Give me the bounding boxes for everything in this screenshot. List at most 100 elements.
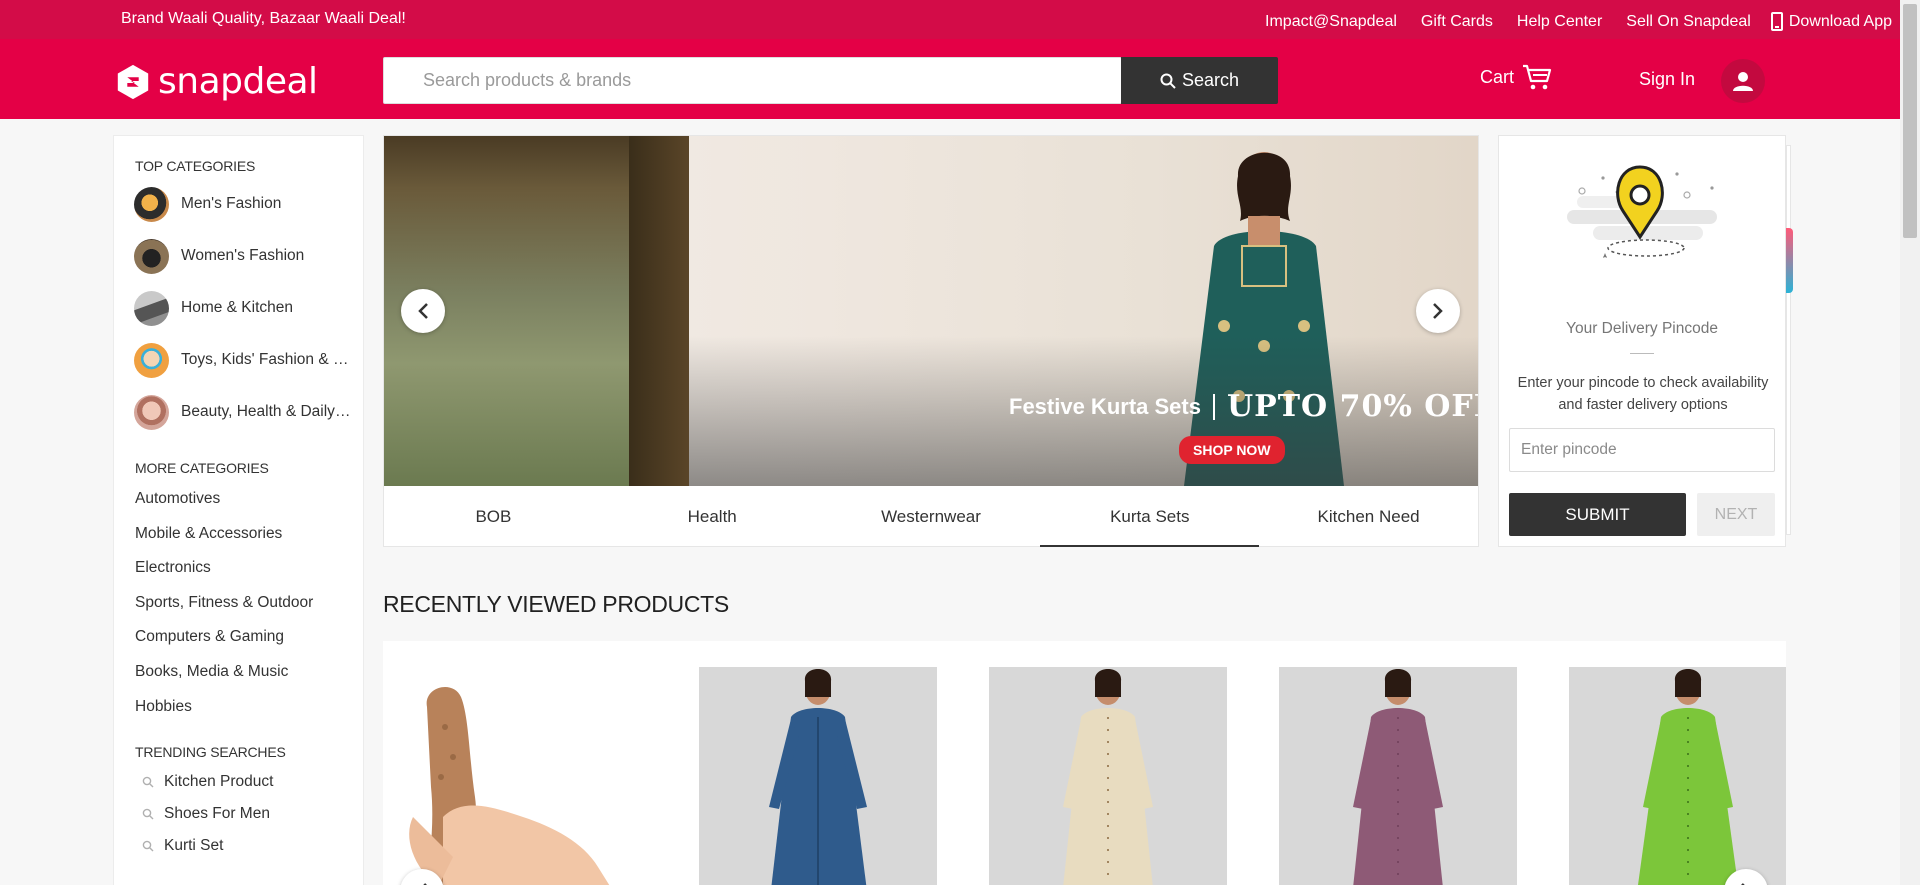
recently-viewed-title: RECENTLY VIEWED PRODUCTS	[383, 591, 729, 617]
tab-health[interactable]: Health	[603, 486, 822, 546]
search-icon	[142, 808, 154, 820]
category-label: Toys, Kids' Fashion & more	[181, 351, 351, 368]
mens-fashion-thumbnail	[134, 186, 169, 222]
page-scrollbar[interactable]	[1900, 0, 1920, 885]
location-pin-icon	[1567, 165, 1717, 258]
snapdeal-logo[interactable]: snapdeal	[114, 61, 318, 102]
tab-westernwear[interactable]: Westernwear	[822, 486, 1041, 546]
phone-icon	[1770, 12, 1783, 31]
category-books-media[interactable]: Books, Media & Music	[135, 655, 363, 690]
recently-viewed-carousel	[383, 641, 1786, 885]
category-home-kitchen[interactable]: Home & Kitchen	[134, 286, 363, 330]
user-avatar-button[interactable]	[1721, 59, 1765, 103]
main-header: snapdeal Search Cart Sign In	[0, 39, 1900, 119]
trending-label: Kitchen Product	[164, 773, 274, 791]
cart-icon	[1523, 64, 1552, 90]
gift-cards-link[interactable]: Gift Cards	[1421, 13, 1493, 31]
next-card-peek-image	[1786, 228, 1793, 293]
user-icon	[1733, 72, 1753, 91]
trending-searches-heading: TRENDING SEARCHES	[135, 744, 286, 761]
trending-search-item[interactable]: Kitchen Product	[142, 766, 363, 798]
pincode-next-button[interactable]: NEXT	[1697, 493, 1775, 536]
cart-label: Cart	[1480, 66, 1515, 87]
product-image	[1638, 669, 1738, 885]
tab-bob[interactable]: BOB	[384, 486, 603, 546]
trending-label: Kurti Set	[164, 837, 224, 855]
product-image	[1063, 669, 1153, 885]
category-label: Home & Kitchen	[181, 299, 293, 316]
banner-image[interactable]: Festive Kurta Sets UPTO 70% OFF SHOP NOW	[384, 136, 1478, 486]
banner-prev-button[interactable]	[401, 289, 445, 333]
chevron-right-icon	[1433, 303, 1443, 319]
womens-fashion-thumbnail	[134, 238, 169, 274]
category-hobbies[interactable]: Hobbies	[135, 690, 363, 725]
search-icon	[1160, 73, 1176, 89]
pincode-description: Enter your pincode to check availability…	[1517, 375, 1769, 413]
cart-button[interactable]: Cart	[1480, 63, 1552, 91]
tab-kitchen-need[interactable]: Kitchen Need	[1259, 486, 1478, 546]
search-icon	[142, 776, 154, 788]
download-app-link[interactable]: Download App	[1770, 12, 1892, 31]
tagline: Brand Waali Quality, Bazaar Waali Deal!	[121, 10, 406, 27]
sign-in-link[interactable]: Sign In	[1639, 69, 1695, 90]
shop-now-button[interactable]: SHOP NOW	[1179, 436, 1285, 464]
product-image	[409, 687, 610, 885]
next-card-peek	[1786, 145, 1791, 535]
banner-tabs: BOB Health Westernwear Kurta Sets Kitche…	[384, 486, 1478, 547]
pincode-field	[1509, 428, 1775, 472]
toys-kids-thumbnail	[134, 342, 169, 378]
product-image	[1353, 669, 1443, 885]
product-card[interactable]	[383, 667, 649, 885]
banner-offer-text: Festive Kurta Sets UPTO 70% OFF	[1009, 389, 1478, 424]
banner-offer: UPTO 70% OFF	[1226, 389, 1478, 424]
category-mobile-accessories[interactable]: Mobile & Accessories	[135, 517, 363, 552]
category-mens-fashion[interactable]: Men's Fashion	[134, 182, 363, 226]
search-input[interactable]	[384, 58, 1121, 103]
more-categories-heading: MORE CATEGORIES	[135, 460, 269, 476]
category-beauty-health[interactable]: Beauty, Health & Daily Needs	[134, 390, 363, 434]
product-card[interactable]	[989, 667, 1227, 885]
beauty-health-thumbnail	[134, 394, 169, 430]
category-electronics[interactable]: Electronics	[135, 551, 363, 586]
search-button[interactable]: Search	[1121, 57, 1278, 104]
chevron-left-icon	[418, 303, 428, 319]
trending-search-item[interactable]: Shoes For Men	[142, 798, 363, 830]
pincode-title: Your Delivery Pincode	[1566, 320, 1718, 337]
divider	[1630, 353, 1654, 354]
sell-on-snapdeal-link[interactable]: Sell On Snapdeal	[1626, 13, 1751, 31]
banner-headline: Festive Kurta Sets	[1009, 393, 1215, 420]
impact-link[interactable]: Impact@Snapdeal	[1265, 13, 1397, 31]
logo-text: snapdeal	[158, 61, 318, 102]
category-toys-kids[interactable]: Toys, Kids' Fashion & more	[134, 338, 363, 382]
trending-label: Shoes For Men	[164, 805, 270, 823]
top-categories-heading: TOP CATEGORIES	[135, 158, 256, 174]
search-button-label: Search	[1181, 70, 1240, 90]
search-box	[383, 57, 1122, 104]
category-label: Men's Fashion	[181, 195, 282, 212]
trending-search-item[interactable]: Kurti Set	[142, 830, 363, 862]
product-card[interactable]	[699, 667, 937, 885]
banner-next-button[interactable]	[1416, 289, 1460, 333]
help-center-link[interactable]: Help Center	[1517, 13, 1602, 31]
pincode-submit-button[interactable]: SUBMIT	[1509, 493, 1686, 536]
search-icon	[142, 840, 154, 852]
product-image	[769, 669, 867, 885]
category-sidebar: TOP CATEGORIES Men's Fashion Women's Fas…	[113, 135, 364, 885]
product-card[interactable]	[1569, 667, 1786, 885]
top-strip: Brand Waali Quality, Bazaar Waali Deal! …	[0, 0, 1900, 39]
product-card[interactable]	[1279, 667, 1517, 885]
scrollbar-thumb[interactable]	[1903, 4, 1917, 238]
pincode-input[interactable]	[1510, 429, 1774, 471]
delivery-pincode-card: Your Delivery Pincode Enter your pincode…	[1498, 135, 1786, 547]
category-sports-fitness[interactable]: Sports, Fitness & Outdoor	[135, 586, 363, 621]
category-womens-fashion[interactable]: Women's Fashion	[134, 234, 363, 278]
category-automotives[interactable]: Automotives	[135, 482, 363, 517]
home-kitchen-thumbnail	[134, 290, 169, 326]
snapdeal-logo-icon	[117, 64, 149, 99]
download-app-label: Download App	[1788, 12, 1892, 30]
hero-banner: Festive Kurta Sets UPTO 70% OFF SHOP NOW…	[383, 135, 1479, 547]
category-label: Beauty, Health & Daily Needs	[181, 403, 351, 420]
tab-kurta-sets[interactable]: Kurta Sets	[1040, 486, 1259, 547]
category-computers-gaming[interactable]: Computers & Gaming	[135, 620, 363, 655]
top-links: Impact@Snapdeal Gift Cards Help Center S…	[1241, 12, 1892, 31]
